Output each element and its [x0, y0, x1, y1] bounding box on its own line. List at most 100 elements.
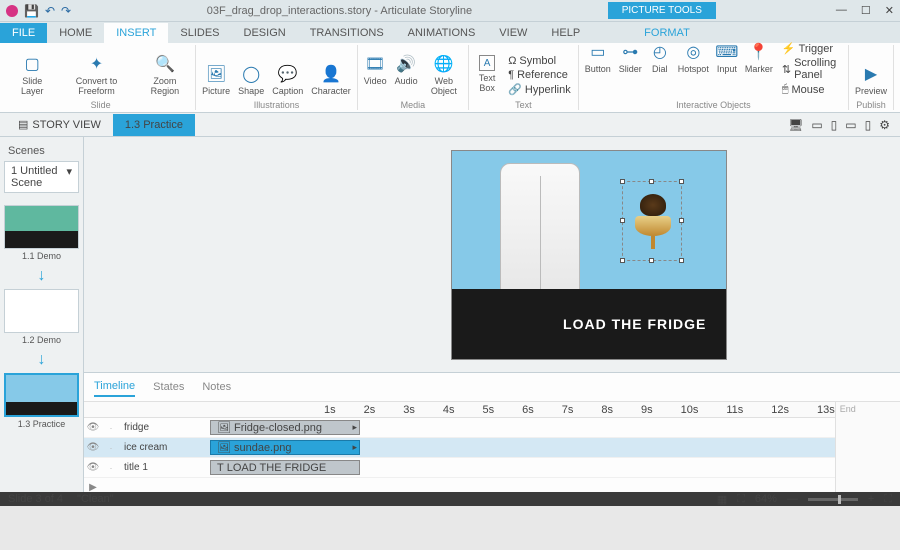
clip-title[interactable]: TLOAD THE FRIDGE: [210, 460, 360, 475]
input-button[interactable]: ⌨Input: [714, 40, 740, 98]
lock-icon[interactable]: ·: [102, 423, 120, 433]
tab-insert[interactable]: INSERT: [104, 23, 168, 43]
status-bar: Slide 3 of 4 "Clean" ▦ ⛶ 64% — + ⛶: [0, 492, 900, 506]
timeline-tab[interactable]: Timeline: [94, 377, 135, 397]
tab-file[interactable]: FILE: [0, 23, 47, 43]
scene-dropdown[interactable]: 1 Untitled Scene▾: [4, 161, 79, 193]
ribbon: ▢Slide Layer ✦Convert to Freeform 🔍Zoom …: [0, 43, 900, 113]
slide-layer-button[interactable]: ▢Slide Layer: [9, 52, 55, 98]
tab-view[interactable]: VIEW: [487, 23, 539, 43]
preview-button[interactable]: ▶Preview: [852, 62, 890, 98]
slide-canvas[interactable]: LOAD THE FRIDGE: [84, 137, 900, 372]
thumb-label: 1.1 Demo: [4, 251, 79, 261]
tab-design[interactable]: DESIGN: [232, 23, 298, 43]
character-button[interactable]: 👤Character: [308, 62, 354, 98]
slider-button[interactable]: ⊶Slider: [616, 40, 645, 98]
visibility-icon[interactable]: 👁: [84, 462, 102, 473]
caption-button[interactable]: 💬Caption: [269, 62, 306, 98]
trigger-button[interactable]: ⚡Trigger: [782, 42, 841, 55]
group-illustrations: Illustrations: [254, 100, 300, 110]
group-publish: Publish: [856, 100, 886, 110]
phone-landscape-icon[interactable]: ▭: [845, 118, 856, 132]
timeline-panel: Timeline States Notes ▾ ▢ 1s2s3s4s5s6s7s…: [84, 372, 900, 492]
zoom-in-icon[interactable]: +: [868, 493, 874, 505]
group-slide: Slide: [91, 100, 111, 110]
slide: LOAD THE FRIDGE: [451, 150, 727, 360]
audio-button[interactable]: 🔊Audio: [392, 52, 421, 98]
marker-button[interactable]: 📍Marker: [742, 40, 776, 98]
zoom-region-button[interactable]: 🔍Zoom Region: [138, 52, 192, 98]
hyperlink-button[interactable]: 🔗Hyperlink: [508, 83, 571, 96]
mouse-button[interactable]: 🖱Mouse: [782, 83, 841, 96]
layout-name: "Clean": [77, 493, 114, 505]
slide-indicator: Slide 3 of 4: [8, 493, 63, 505]
timeline-row-icecream[interactable]: 👁· ice cream 🖼sundae.png▸: [84, 438, 835, 458]
thumb-label: 1.2 Demo: [4, 335, 79, 345]
tab-transitions[interactable]: TRANSITIONS: [298, 23, 396, 43]
phone-portrait-icon[interactable]: ▯: [865, 118, 872, 132]
zoom-level: 64%: [755, 493, 777, 505]
timeline-end: End: [835, 402, 900, 498]
thumbnail-1-1[interactable]: [4, 205, 79, 249]
thumbnail-1-2[interactable]: [4, 289, 79, 333]
maximize-icon[interactable]: ☐: [861, 4, 871, 17]
document-tabs: ▤STORY VIEW 1.3 Practice 🖥 ▭ ▯ ▭ ▯ ⚙: [0, 113, 900, 137]
grid-icon[interactable]: ▦: [717, 493, 727, 506]
slide-title-text: LOAD THE FRIDGE: [563, 316, 706, 332]
group-interactive: Interactive Objects: [676, 100, 751, 110]
web-object-button[interactable]: 🌐Web Object: [423, 52, 465, 98]
button-button[interactable]: ▭Button: [582, 40, 614, 98]
visibility-icon[interactable]: 👁: [84, 442, 102, 453]
hotspot-button[interactable]: ◎Hotspot: [675, 40, 712, 98]
minimize-icon[interactable]: —: [836, 4, 847, 17]
states-tab[interactable]: States: [153, 378, 184, 396]
dial-button[interactable]: ◴Dial: [647, 40, 673, 98]
group-media: Media: [401, 100, 426, 110]
title-bar: 💾 ↶ ↷ 03F_drag_drop_interactions.story -…: [0, 0, 900, 22]
clip-sundae[interactable]: 🖼sundae.png▸: [210, 440, 360, 455]
thumb-label: 1.3 Practice: [4, 419, 79, 429]
tab-story-view[interactable]: ▤STORY VIEW: [6, 113, 113, 136]
notes-tab[interactable]: Notes: [202, 378, 231, 396]
tab-slides[interactable]: SLIDES: [168, 23, 231, 43]
lock-icon[interactable]: ·: [102, 463, 120, 473]
zoom-out-icon[interactable]: —: [787, 493, 798, 505]
close-icon[interactable]: ✕: [885, 4, 894, 17]
tablet-landscape-icon[interactable]: ▭: [811, 118, 822, 132]
tab-animations[interactable]: ANIMATIONS: [396, 23, 488, 43]
zoom-slider[interactable]: [808, 498, 858, 501]
settings-gear-icon[interactable]: ⚙: [879, 118, 890, 132]
tab-1-3-practice[interactable]: 1.3 Practice: [113, 114, 195, 136]
video-button[interactable]: 🎞Video: [361, 52, 390, 98]
tablet-portrait-icon[interactable]: ▯: [831, 118, 838, 132]
reference-button[interactable]: ¶Reference: [508, 69, 571, 81]
thumbnail-1-3[interactable]: [4, 373, 79, 417]
sundae-object[interactable]: [633, 194, 673, 249]
scenes-header: Scenes: [4, 141, 79, 161]
symbol-button[interactable]: ΩSymbol: [508, 55, 571, 67]
shape-button[interactable]: ◯Shape: [235, 62, 267, 98]
window-title: 03F_drag_drop_interactions.story - Artic…: [71, 5, 608, 17]
fit-icon[interactable]: ⛶: [737, 493, 745, 506]
lock-icon[interactable]: ·: [102, 443, 120, 453]
visibility-icon[interactable]: 👁: [84, 422, 102, 433]
scrolling-panel-button[interactable]: ⇅Scrolling Panel: [782, 57, 841, 81]
redo-icon[interactable]: ↷: [61, 4, 71, 18]
picture-button[interactable]: 🖼Picture: [199, 62, 233, 98]
sundae-selection[interactable]: [622, 181, 682, 261]
group-text: Text: [515, 100, 532, 110]
chevron-down-icon: ▾: [66, 165, 72, 189]
desktop-view-icon[interactable]: 🖥: [788, 118, 803, 132]
timeline-row-title[interactable]: 👁· title 1 TLOAD THE FRIDGE: [84, 458, 835, 478]
clip-fridge[interactable]: 🖼Fridge-closed.png▸: [210, 420, 360, 435]
arrow-down-icon: ↓: [4, 267, 79, 285]
fit-window-icon[interactable]: ⛶: [884, 493, 892, 506]
undo-icon[interactable]: ↶: [45, 4, 55, 18]
timeline-row-fridge[interactable]: 👁· fridge 🖼Fridge-closed.png▸: [84, 418, 835, 438]
app-icon: [6, 5, 18, 17]
save-icon[interactable]: 💾: [24, 4, 39, 18]
arrow-down-icon: ↓: [4, 351, 79, 369]
tab-home[interactable]: HOME: [47, 23, 104, 43]
text-box-button[interactable]: AText Box: [472, 53, 502, 98]
convert-freeform-button[interactable]: ✦Convert to Freeform: [57, 52, 135, 98]
